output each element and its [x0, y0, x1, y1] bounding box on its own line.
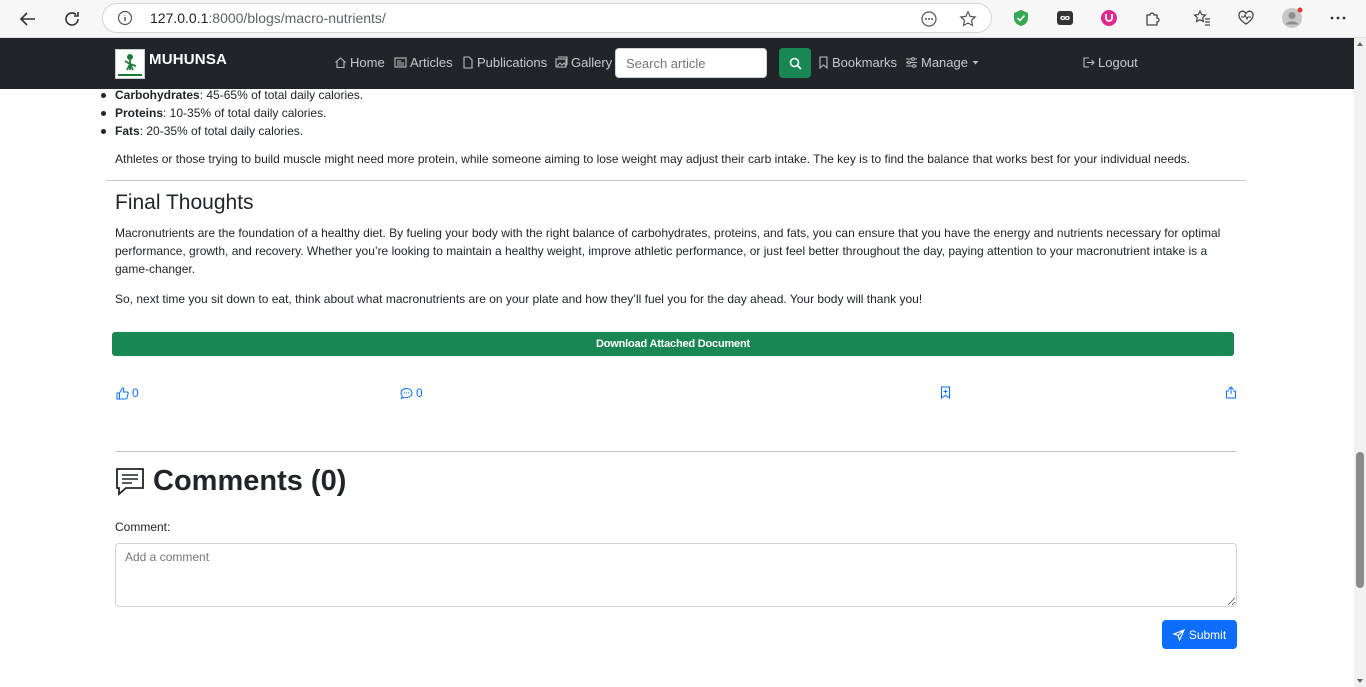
- share-button[interactable]: [1225, 386, 1237, 399]
- url-text: 127.0.0.1:8000/blogs/macro-nutrients/: [150, 10, 386, 26]
- brand-name: MUHUNSA: [149, 51, 228, 68]
- chat-dots-icon: [400, 387, 413, 399]
- nav-articles[interactable]: Articles: [394, 55, 453, 70]
- newspaper-icon: [394, 57, 407, 68]
- chat-text-icon: [116, 467, 144, 496]
- logout-icon: [1083, 57, 1095, 68]
- scrollbar-thumb[interactable]: [1356, 452, 1364, 588]
- brand-logo-icon: [115, 49, 145, 79]
- balance-paragraph: Athletes or those trying to build muscle…: [115, 152, 1191, 166]
- macro-list: Carbohydrates: 45-65% of total daily cal…: [100, 89, 363, 140]
- more-menu-icon[interactable]: [1326, 6, 1350, 30]
- address-bar[interactable]: 127.0.0.1:8000/blogs/macro-nutrients/: [102, 3, 992, 33]
- nav-bookmarks-label: Bookmarks: [832, 55, 898, 70]
- house-icon: [335, 57, 346, 69]
- final-paragraph-2: So, next time you sit down to eat, think…: [115, 292, 923, 306]
- like-button[interactable]: 0: [116, 386, 139, 400]
- share-icon: [1226, 386, 1236, 399]
- back-icon[interactable]: [14, 5, 42, 33]
- u-extension-icon[interactable]: [1097, 6, 1121, 30]
- favorites-icon[interactable]: [1190, 6, 1214, 30]
- nav-bookmarks[interactable]: Bookmarks: [818, 55, 897, 70]
- comments-title: Comments (0): [153, 465, 347, 497]
- shield-extension-icon[interactable]: [1009, 6, 1033, 30]
- nav-manage-label: Manage: [921, 55, 968, 70]
- comment-label: Comment:: [115, 520, 171, 534]
- page-scrollbar[interactable]: [1354, 38, 1366, 687]
- submit-label: Submit: [1188, 627, 1227, 642]
- infinity-extension-icon[interactable]: [1053, 6, 1077, 30]
- send-icon: [1172, 628, 1185, 641]
- download-document-button[interactable]: Download Attached Document: [112, 332, 1234, 356]
- caret-down-icon: [972, 61, 979, 65]
- nav-gallery[interactable]: Gallery: [555, 55, 612, 70]
- article-content: Carbohydrates: 45-65% of total daily cal…: [0, 89, 1354, 687]
- sliders-icon: [906, 57, 917, 68]
- list-item: Fats: 20-35% of total daily calories.: [100, 122, 363, 140]
- scroll-up-icon[interactable]: [1357, 42, 1363, 46]
- profile-avatar-icon[interactable]: [1280, 6, 1304, 30]
- nav-logout[interactable]: Logout: [1082, 55, 1138, 70]
- comment-count-button[interactable]: 0: [400, 386, 423, 400]
- list-item: Proteins: 10-35% of total daily calories…: [100, 104, 363, 122]
- reader-mode-icon[interactable]: [919, 9, 939, 29]
- comments-heading: Comments (0): [115, 465, 346, 498]
- brand[interactable]: MUHUNSA: [115, 49, 227, 79]
- site-navbar: MUHUNSA Home Articles Publications Galle…: [0, 38, 1354, 89]
- comment-count: 0: [416, 386, 423, 400]
- nav-home[interactable]: Home: [334, 55, 385, 70]
- bookmark-plus-icon: [941, 386, 950, 399]
- divider: [106, 180, 1246, 181]
- nav-publications[interactable]: Publications: [462, 55, 547, 70]
- nav-manage-dropdown[interactable]: Manage: [905, 55, 980, 70]
- comments-divider: [115, 451, 1237, 452]
- search-input[interactable]: [615, 48, 767, 78]
- heart-pulse-icon[interactable]: [1234, 6, 1258, 30]
- site-info-icon[interactable]: [117, 10, 133, 31]
- like-count: 0: [132, 386, 139, 400]
- submit-button[interactable]: Submit: [1162, 620, 1237, 649]
- nav-articles-label: Articles: [410, 55, 453, 70]
- final-paragraph-1: Macronutrients are the foundation of a h…: [115, 226, 1221, 276]
- file-icon: [463, 56, 473, 69]
- reload-icon[interactable]: [58, 5, 86, 33]
- thumbs-up-icon: [116, 386, 129, 399]
- nav-home-label: Home: [350, 55, 385, 70]
- browser-toolbar: 127.0.0.1:8000/blogs/macro-nutrients/: [0, 0, 1366, 38]
- scroll-down-icon[interactable]: [1357, 679, 1363, 683]
- nav-gallery-label: Gallery: [571, 55, 613, 70]
- search-button[interactable]: [779, 48, 811, 78]
- bookmark-icon: [819, 56, 828, 69]
- comment-textarea[interactable]: [115, 543, 1237, 607]
- nav-logout-label: Logout: [1098, 55, 1138, 70]
- section-title: Final Thoughts: [115, 191, 254, 214]
- list-item: Carbohydrates: 45-65% of total daily cal…: [100, 89, 363, 104]
- search-icon: [789, 57, 802, 70]
- images-icon: [555, 56, 568, 68]
- extensions-puzzle-icon[interactable]: [1141, 6, 1165, 30]
- nav-publications-label: Publications: [477, 55, 548, 70]
- bookmark-button[interactable]: [940, 386, 951, 399]
- favorite-star-icon[interactable]: [958, 9, 978, 29]
